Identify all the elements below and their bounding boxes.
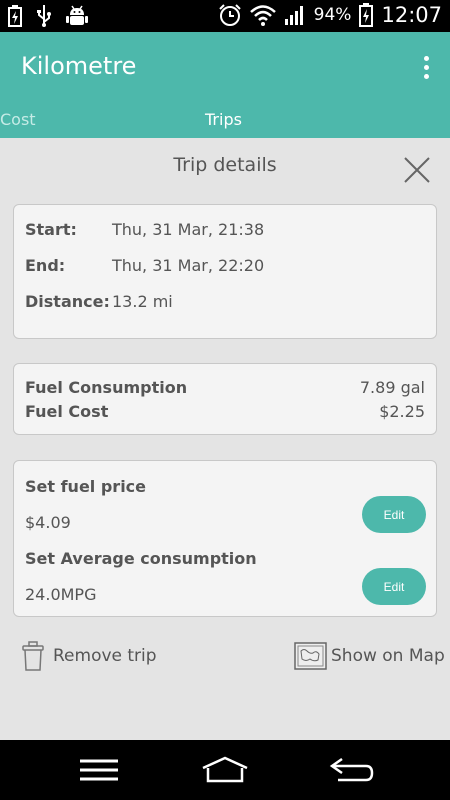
tab-cost[interactable]: Cost [0, 110, 36, 129]
fuel-price-label: Set fuel price [25, 477, 147, 496]
edit-avg-consumption-button[interactable]: Edit [362, 568, 426, 605]
dialog-title: Trip details [173, 154, 277, 176]
overflow-menu-icon[interactable] [416, 50, 436, 84]
show-on-map-button[interactable]: Show on Map [294, 642, 445, 670]
tab-bar: Cost Trips [0, 102, 450, 138]
tab-trips[interactable]: Trips [205, 110, 242, 129]
usb-icon [37, 5, 51, 27]
remove-trip-button[interactable]: Remove trip [21, 640, 157, 672]
fuel-consumption-value: 7.89 gal [359, 378, 425, 397]
battery-charging-icon [8, 5, 22, 27]
start-value: Thu, 31 Mar, 21:38 [112, 220, 265, 239]
fuel-cost-label: Fuel Cost [25, 402, 109, 421]
menu-icon[interactable] [78, 755, 120, 785]
navigation-bar [0, 740, 450, 800]
avg-consumption-label: Set Average consumption [25, 549, 257, 568]
fuel-summary-card: Fuel Consumption 7.89 gal Fuel Cost $2.2… [13, 363, 437, 435]
alarm-clock-icon [218, 4, 241, 26]
distance-value: 13.2 mi [112, 292, 173, 311]
fuel-settings-card: Set fuel price $4.09 Edit Set Average co… [13, 460, 437, 617]
end-value: Thu, 31 Mar, 22:20 [112, 256, 265, 275]
battery-icon [359, 3, 374, 27]
fuel-consumption-label: Fuel Consumption [25, 378, 188, 397]
close-icon[interactable] [402, 155, 432, 185]
trash-icon [22, 641, 44, 671]
android-debug-icon [66, 5, 88, 25]
wifi-icon [249, 5, 276, 26]
trip-info-card: Start: Thu, 31 Mar, 21:38 End: Thu, 31 M… [13, 204, 437, 339]
back-icon[interactable] [328, 755, 376, 785]
app-bar: Kilometre [0, 32, 450, 102]
remove-trip-label: Remove trip [53, 646, 157, 666]
fuel-consumption-row: Fuel Consumption 7.89 gal [25, 378, 425, 397]
status-bar: 94% 12:07 [0, 0, 450, 32]
edit-fuel-price-button[interactable]: Edit [362, 496, 426, 533]
battery-percent: 94% [313, 5, 352, 25]
map-icon [294, 642, 327, 670]
signal-icon [284, 6, 303, 25]
clock-time: 12:07 [381, 3, 442, 27]
show-on-map-label: Show on Map [331, 646, 445, 666]
distance-label: Distance: [25, 292, 110, 311]
fuel-price-value: $4.09 [25, 513, 71, 532]
start-label: Start: [25, 220, 77, 239]
home-icon[interactable] [200, 755, 250, 785]
avg-consumption-value: 24.0MPG [25, 585, 97, 604]
fuel-cost-row: Fuel Cost $2.25 [25, 402, 425, 421]
app-title: Kilometre [21, 52, 137, 80]
end-label: End: [25, 256, 66, 275]
fuel-cost-value: $2.25 [379, 402, 425, 421]
